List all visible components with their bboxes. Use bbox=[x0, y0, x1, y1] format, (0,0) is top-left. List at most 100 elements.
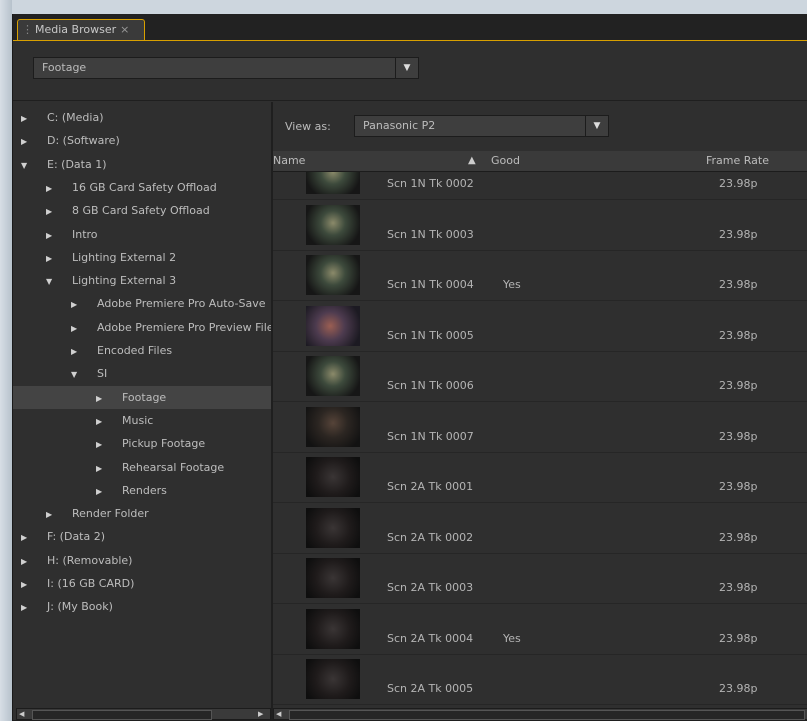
collapsed-arrow-icon[interactable]: ▶ bbox=[21, 550, 33, 572]
collapsed-arrow-icon[interactable]: ▶ bbox=[46, 177, 58, 199]
expanded-arrow-icon[interactable]: ▼ bbox=[21, 154, 33, 176]
tree-item[interactable]: ▶ Footage bbox=[13, 386, 271, 409]
collapsed-arrow-icon[interactable]: ▶ bbox=[71, 317, 83, 339]
clip-row[interactable]: Scn 1N Tk 0003 23.98p bbox=[273, 200, 807, 251]
collapsed-arrow-icon[interactable]: ▶ bbox=[46, 200, 58, 222]
collapsed-arrow-icon[interactable]: ▶ bbox=[46, 224, 58, 246]
tree-item[interactable]: ▶ Intro bbox=[13, 223, 271, 246]
tree-item[interactable]: ▶ F: (Data 2) bbox=[13, 525, 271, 548]
clip-row[interactable]: Scn 2A Tk 0003 23.98p bbox=[273, 553, 807, 604]
expanded-arrow-icon[interactable]: ▼ bbox=[71, 363, 83, 385]
clip-thumbnail[interactable] bbox=[306, 356, 360, 396]
tree-item-label: Intro bbox=[72, 228, 98, 241]
collapsed-arrow-icon[interactable]: ▶ bbox=[21, 526, 33, 548]
tree-item[interactable]: ▶ Music bbox=[13, 409, 271, 432]
list-header: Name ▲ Good Frame Rate bbox=[273, 151, 807, 172]
collapsed-arrow-icon[interactable]: ▶ bbox=[96, 410, 108, 432]
source-dropdown-value: Footage bbox=[42, 61, 87, 74]
clip-thumbnail[interactable] bbox=[306, 659, 360, 699]
tree-item[interactable]: ▶ Encoded Files bbox=[13, 339, 271, 362]
view-as-dropdown[interactable]: Panasonic P2 ▼ bbox=[354, 115, 609, 137]
tree-item-label: 16 GB Card Safety Offload bbox=[72, 181, 217, 194]
expanded-arrow-icon[interactable]: ▼ bbox=[46, 270, 58, 292]
clip-name: Scn 2A Tk 0004 bbox=[387, 632, 474, 645]
tree-item[interactable]: ▶ Lighting External 2 bbox=[13, 246, 271, 269]
clip-frame-rate: 23.98p bbox=[719, 682, 758, 695]
tree-item[interactable]: ▶ 16 GB Card Safety Offload bbox=[13, 176, 271, 199]
clip-row[interactable]: Scn 2A Tk 0002 23.98p bbox=[273, 503, 807, 554]
tree-item[interactable]: ▶ I: (16 GB CARD) bbox=[13, 572, 271, 595]
clip-row[interactable]: Scn 1N Tk 0007 23.98p bbox=[273, 402, 807, 453]
clip-list: Scn 1N Tk 0002 23.98p Scn 1N Tk 0003 23.98p… bbox=[273, 172, 807, 708]
clip-row[interactable]: Scn 1N Tk 0005 23.98p bbox=[273, 301, 807, 352]
clip-name: Scn 1N Tk 0002 bbox=[387, 177, 474, 190]
scrollbar-thumb[interactable] bbox=[289, 710, 805, 720]
tree-item-label: I: (16 GB CARD) bbox=[47, 577, 135, 590]
clip-frame-rate: 23.98p bbox=[719, 480, 758, 493]
clip-thumbnail[interactable] bbox=[306, 508, 360, 548]
clip-thumbnail[interactable] bbox=[306, 306, 360, 346]
clip-frame-rate: 23.98p bbox=[719, 430, 758, 443]
clip-frame-rate: 23.98p bbox=[719, 379, 758, 392]
tree-item[interactable]: ▼ Lighting External 3 bbox=[13, 269, 271, 292]
tree-item[interactable]: ▶ Render Folder bbox=[13, 502, 271, 525]
scrollbar-thumb[interactable] bbox=[32, 710, 212, 720]
scroll-left-icon[interactable]: ◀ bbox=[19, 710, 29, 719]
clip-thumbnail[interactable] bbox=[306, 457, 360, 497]
clip-thumbnail[interactable] bbox=[306, 407, 360, 447]
collapsed-arrow-icon[interactable]: ▶ bbox=[96, 457, 108, 479]
collapsed-arrow-icon[interactable]: ▶ bbox=[46, 247, 58, 269]
collapsed-arrow-icon[interactable]: ▶ bbox=[71, 293, 83, 315]
tree-item[interactable]: ▶ Pickup Footage bbox=[13, 432, 271, 455]
clip-thumbnail[interactable] bbox=[306, 205, 360, 245]
tree-item-label: Render Folder bbox=[72, 507, 149, 520]
collapsed-arrow-icon[interactable]: ▶ bbox=[71, 340, 83, 362]
scroll-right-icon[interactable]: ▶ bbox=[258, 710, 268, 719]
collapsed-arrow-icon[interactable]: ▶ bbox=[21, 130, 33, 152]
clip-thumbnail[interactable] bbox=[306, 558, 360, 598]
clip-row[interactable]: Scn 2A Tk 0005 23.98p bbox=[273, 654, 807, 705]
clip-row[interactable]: Scn 1N Tk 0006 23.98p bbox=[273, 351, 807, 402]
tree-item[interactable]: ▼ E: (Data 1) bbox=[13, 153, 271, 176]
clip-row[interactable]: Scn 1N Tk 0002 23.98p bbox=[273, 172, 807, 200]
tree-item[interactable]: ▶ Renders bbox=[13, 479, 271, 502]
tree-horizontal-scrollbar[interactable]: ◀ ▶ bbox=[16, 708, 271, 720]
tab-label: Media Browser bbox=[35, 23, 117, 36]
clip-thumbnail[interactable] bbox=[306, 609, 360, 649]
collapsed-arrow-icon[interactable]: ▶ bbox=[96, 480, 108, 502]
tree-item[interactable]: ▶ 8 GB Card Safety Offload bbox=[13, 199, 271, 222]
collapsed-arrow-icon[interactable]: ▶ bbox=[21, 107, 33, 129]
column-header-name[interactable]: Name bbox=[273, 151, 305, 171]
tab-media-browser[interactable]: ⋮ Media Browser × bbox=[17, 19, 145, 40]
tree-item-label: Adobe Premiere Pro Preview Files bbox=[97, 321, 271, 334]
chevron-down-icon[interactable]: ▼ bbox=[395, 58, 418, 78]
source-dropdown[interactable]: Footage ▼ bbox=[33, 57, 419, 79]
list-horizontal-scrollbar[interactable]: ◀ bbox=[273, 708, 807, 720]
tree-item[interactable]: ▶ J: (My Book) bbox=[13, 595, 271, 618]
scroll-left-icon[interactable]: ◀ bbox=[276, 710, 286, 719]
tree-item[interactable]: ▶ Adobe Premiere Pro Auto-Save bbox=[13, 292, 271, 315]
column-header-good[interactable]: Good bbox=[491, 151, 520, 171]
collapsed-arrow-icon[interactable]: ▶ bbox=[21, 573, 33, 595]
collapsed-arrow-icon[interactable]: ▶ bbox=[96, 387, 108, 409]
divider bbox=[13, 100, 807, 101]
collapsed-arrow-icon[interactable]: ▶ bbox=[46, 503, 58, 525]
tree-item[interactable]: ▶ D: (Software) bbox=[13, 129, 271, 152]
tree-item[interactable]: ▶ Rehearsal Footage bbox=[13, 456, 271, 479]
close-icon[interactable]: × bbox=[120, 23, 129, 36]
clip-thumbnail[interactable] bbox=[306, 172, 360, 194]
collapsed-arrow-icon[interactable]: ▶ bbox=[21, 596, 33, 618]
column-header-frame-rate[interactable]: Frame Rate bbox=[706, 151, 769, 171]
tree-item[interactable]: ▶ C: (Media) bbox=[13, 106, 271, 129]
chevron-down-icon[interactable]: ▼ bbox=[585, 116, 608, 136]
tree-item[interactable]: ▶ Adobe Premiere Pro Preview Files bbox=[13, 316, 271, 339]
sort-ascending-icon[interactable]: ▲ bbox=[468, 151, 476, 171]
tree-item[interactable]: ▼ SI bbox=[13, 362, 271, 385]
clip-row[interactable]: Scn 2A Tk 0004 Yes 23.98p bbox=[273, 604, 807, 655]
tree-item-label: E: (Data 1) bbox=[47, 158, 107, 171]
clip-row[interactable]: Scn 1N Tk 0004 Yes 23.98p bbox=[273, 250, 807, 301]
collapsed-arrow-icon[interactable]: ▶ bbox=[96, 433, 108, 455]
tree-item[interactable]: ▶ H: (Removable) bbox=[13, 549, 271, 572]
clip-row[interactable]: Scn 2A Tk 0001 23.98p bbox=[273, 452, 807, 503]
clip-thumbnail[interactable] bbox=[306, 255, 360, 295]
